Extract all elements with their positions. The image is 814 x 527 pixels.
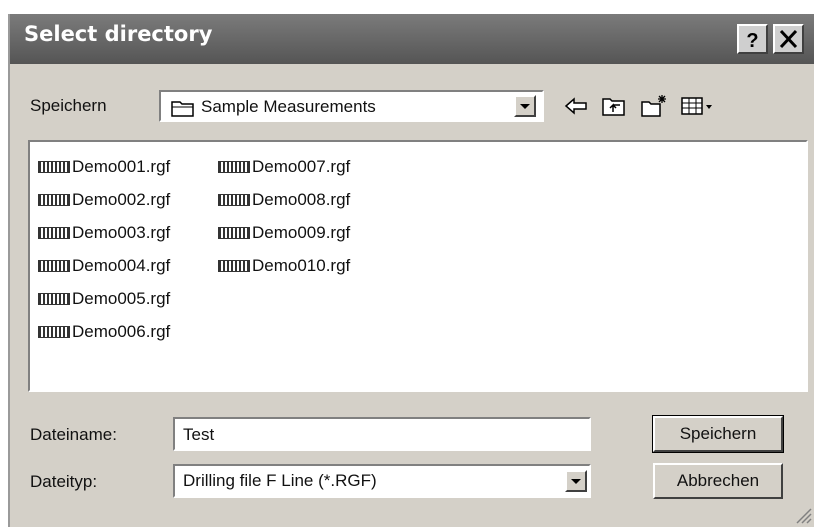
file-item[interactable]: Demo001.rgf: [38, 150, 170, 183]
file-name: Demo004.rgf: [72, 255, 171, 275]
chevron-down-icon: [520, 104, 530, 109]
filetype-label: Dateityp:: [30, 472, 98, 491]
title-bar[interactable]: Select directory ?: [10, 14, 814, 64]
file-name: Demo006.rgf: [72, 321, 171, 341]
rgf-file-icon: [218, 259, 250, 272]
file-name: Demo005.rgf: [72, 288, 171, 308]
save-in-value: Sample Measurements: [201, 97, 376, 116]
file-item[interactable]: Demo008.rgf: [218, 183, 350, 216]
folder-icon: [171, 101, 194, 117]
window-title: Select directory: [24, 22, 213, 46]
rgf-file-icon: [218, 226, 250, 239]
file-item[interactable]: Demo007.rgf: [218, 150, 350, 183]
cancel-button[interactable]: Abbrechen: [653, 463, 783, 499]
file-list[interactable]: Demo001.rgf Demo002.rgf Demo003.rgf Demo…: [28, 140, 808, 392]
file-column-1: Demo001.rgf Demo002.rgf Demo003.rgf Demo…: [38, 150, 170, 348]
save-in-dropdown[interactable]: Sample Measurements: [159, 90, 544, 122]
file-item[interactable]: Demo006.rgf: [38, 315, 170, 348]
file-item[interactable]: Demo010.rgf: [218, 249, 350, 282]
file-name: Demo001.rgf: [72, 156, 171, 176]
view-menu-icon[interactable]: [680, 93, 716, 119]
file-name: Demo010.rgf: [252, 255, 351, 275]
rgf-file-icon: [218, 193, 250, 206]
up-folder-icon[interactable]: [600, 93, 628, 119]
file-name: Demo002.rgf: [72, 189, 171, 209]
new-folder-icon[interactable]: [640, 93, 668, 119]
close-icon: [779, 29, 798, 49]
file-name: Demo008.rgf: [252, 189, 351, 209]
rgf-file-icon: [218, 160, 250, 173]
file-name: Demo007.rgf: [252, 156, 351, 176]
rgf-file-icon: [38, 325, 70, 338]
file-column-2: Demo007.rgf Demo008.rgf Demo009.rgf Demo…: [218, 150, 350, 282]
filename-input[interactable]: [181, 424, 585, 446]
file-name: Demo003.rgf: [72, 222, 171, 242]
file-item[interactable]: Demo004.rgf: [38, 249, 170, 282]
filename-label: Dateiname:: [30, 425, 117, 444]
filetype-dropdown[interactable]: Drilling file F Line (*.RGF): [173, 464, 591, 498]
save-button[interactable]: Speichern: [652, 415, 784, 453]
question-icon: ?: [746, 30, 758, 52]
filetype-value: Drilling file F Line (*.RGF): [183, 471, 377, 490]
file-item[interactable]: Demo005.rgf: [38, 282, 170, 315]
rgf-file-icon: [38, 193, 70, 206]
chevron-down-icon: [571, 479, 581, 484]
close-button[interactable]: [773, 24, 804, 54]
rgf-file-icon: [38, 226, 70, 239]
svg-text:?: ?: [746, 30, 758, 52]
filename-field[interactable]: [173, 417, 591, 451]
resize-grip-icon[interactable]: [792, 504, 812, 524]
select-directory-dialog: Select directory ? Speichern Sample Meas…: [8, 14, 814, 527]
rgf-file-icon: [38, 292, 70, 305]
filetype-dropdown-button[interactable]: [565, 470, 587, 492]
back-arrow-icon[interactable]: [562, 93, 590, 119]
file-name: Demo009.rgf: [252, 222, 351, 242]
file-item[interactable]: Demo009.rgf: [218, 216, 350, 249]
file-item[interactable]: Demo003.rgf: [38, 216, 170, 249]
file-item[interactable]: Demo002.rgf: [38, 183, 170, 216]
save-in-label: Speichern: [30, 96, 107, 115]
rgf-file-icon: [38, 160, 70, 173]
save-in-dropdown-button[interactable]: [514, 95, 536, 117]
rgf-file-icon: [38, 259, 70, 272]
help-button[interactable]: ?: [737, 24, 768, 54]
